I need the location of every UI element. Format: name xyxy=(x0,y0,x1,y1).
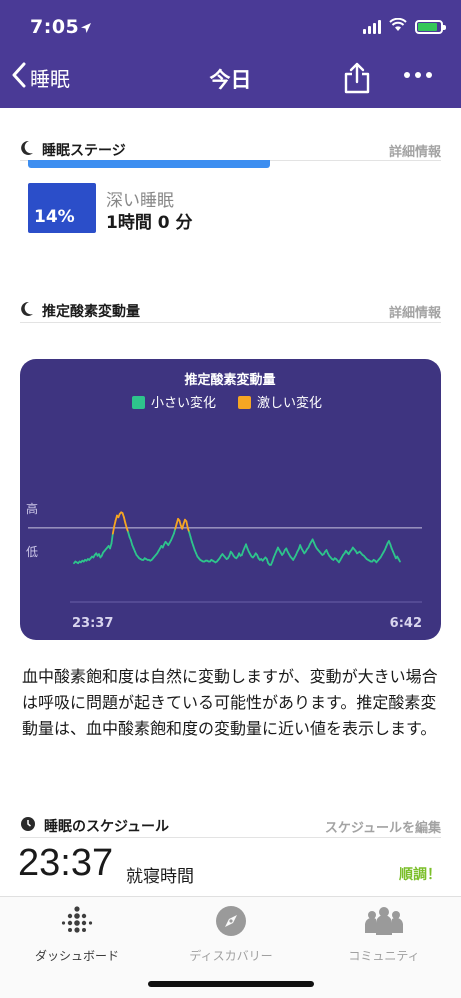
sleep-stages-title: 睡眠ステージ xyxy=(42,143,126,159)
more-dot-icon xyxy=(404,72,410,78)
bedtime-label: 就寝時間 xyxy=(126,867,194,887)
legend-swatch-large xyxy=(238,396,251,409)
spo2-chart-card[interactable]: 推定酸素変動量 小さい変化 激しい変化 高 低 23:37 6:42 xyxy=(20,359,441,640)
sleep-stages-header: 睡眠ステージ 詳細情報 xyxy=(20,140,441,160)
battery-icon xyxy=(415,19,446,34)
status-indicators xyxy=(363,17,446,36)
spo2-chart: 推定酸素変動量 小さい変化 激しい変化 高 低 23:37 6:42 xyxy=(26,372,422,631)
deep-sleep-duration: 1時間 0 分 xyxy=(106,213,193,233)
compass-icon xyxy=(154,905,308,941)
spo2-description: 血中酸素飽和度は自然に変動しますが、変動が大きい場合は呼吸に問題が起きている可能… xyxy=(22,667,438,738)
sleep-stages-detail-link[interactable]: 詳細情報 xyxy=(389,141,441,160)
schedule-edit-link[interactable]: スケジュールを編集 xyxy=(325,817,441,836)
schedule-header: 睡眠のスケジュール スケジュールを編集 xyxy=(20,816,441,836)
y-label-high: 高 xyxy=(26,501,38,516)
clock-icon xyxy=(20,816,36,836)
share-icon xyxy=(343,62,371,98)
high-variation-segment xyxy=(185,520,189,529)
legend-label-small: 小さい変化 xyxy=(151,395,216,411)
schedule-status: 順調！ xyxy=(399,867,441,883)
schedule-title: 睡眠のスケジュール xyxy=(44,819,170,835)
more-options-button[interactable] xyxy=(404,72,432,78)
legend-swatch-small xyxy=(132,396,145,409)
page-title: 今日 xyxy=(209,68,252,92)
divider xyxy=(20,322,441,323)
low-variation-segment xyxy=(110,532,114,545)
home-indicator xyxy=(148,981,314,987)
cellular-signal-icon xyxy=(363,19,381,34)
spo2-title: 推定酸素変動量 xyxy=(42,304,140,320)
light-sleep-bar xyxy=(28,160,270,168)
tab-community-label: コミュニティ xyxy=(348,949,420,963)
bedtime-value: 23:37 xyxy=(18,842,114,884)
moon-icon xyxy=(20,140,34,160)
deep-sleep-swatch: 14% xyxy=(28,183,96,233)
status-time: 7:05 xyxy=(30,16,80,38)
tab-community[interactable]: コミュニティ xyxy=(307,905,461,964)
y-label-low: 低 xyxy=(26,545,38,559)
location-arrow-icon xyxy=(80,19,92,38)
chart-series xyxy=(73,511,401,566)
divider xyxy=(20,837,441,838)
more-dot-icon xyxy=(426,72,432,78)
dashboard-dots-icon xyxy=(0,905,154,941)
wifi-icon xyxy=(389,17,407,36)
tab-dashboard[interactable]: ダッシュボード xyxy=(0,905,154,964)
x-tick-end: 6:42 xyxy=(390,616,422,631)
moon-icon xyxy=(20,301,34,321)
tab-discovery-label: ディスカバリー xyxy=(189,949,273,963)
more-dot-icon xyxy=(415,72,421,78)
tab-dashboard-label: ダッシュボード xyxy=(34,949,119,963)
spo2-detail-link[interactable]: 詳細情報 xyxy=(389,302,441,321)
x-tick-start: 23:37 xyxy=(72,616,113,631)
community-icon xyxy=(307,905,461,941)
app-header: 7:05 睡眠 今日 xyxy=(0,0,461,108)
legend-label-large: 激しい変化 xyxy=(257,395,322,411)
chart-title: 推定酸素変動量 xyxy=(184,372,275,388)
high-variation-segment xyxy=(111,525,116,535)
share-button[interactable] xyxy=(343,62,371,98)
low-variation-segment xyxy=(397,558,401,563)
deep-sleep-percent: 14% xyxy=(34,207,75,227)
spo2-header: 推定酸素変動量 詳細情報 xyxy=(20,301,441,321)
tab-discovery[interactable]: ディスカバリー xyxy=(154,905,308,964)
